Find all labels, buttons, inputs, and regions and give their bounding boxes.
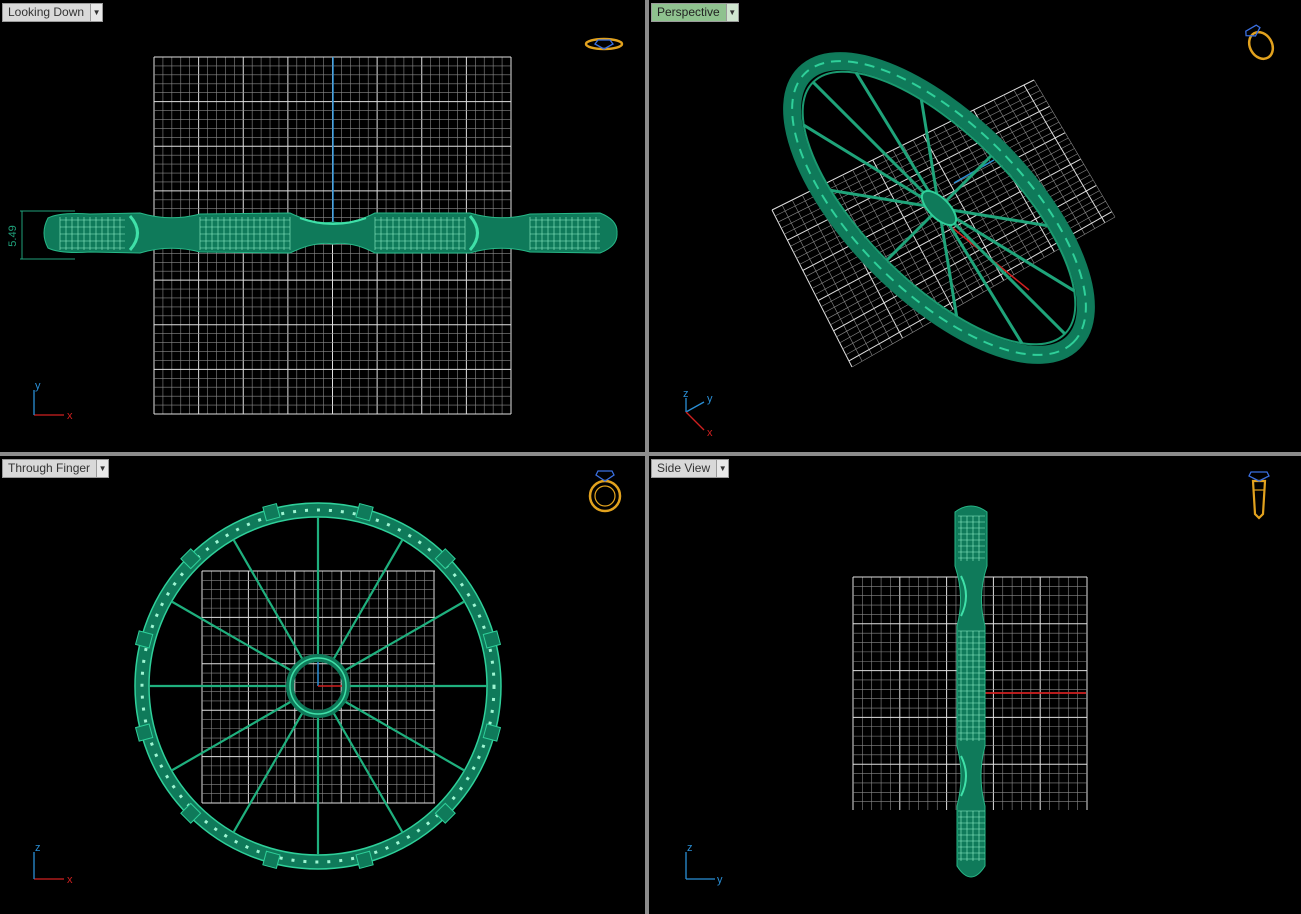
- axis-label-x: x: [67, 410, 73, 422]
- ring-perspective: [783, 52, 1095, 364]
- ring-band-top-view: [43, 212, 618, 254]
- ring-front-icon[interactable]: [588, 470, 622, 513]
- axis-triad: z y x: [683, 388, 713, 439]
- ring-band-side-view: [954, 505, 988, 878]
- viewport-title: Perspective: [657, 5, 720, 19]
- ring-top-icon[interactable]: [584, 37, 624, 51]
- perspective-scene: z y x: [683, 23, 1277, 439]
- side-view-scene: y z: [685, 471, 1270, 886]
- chevron-down-icon[interactable]: ▼: [725, 4, 738, 21]
- axis-triad: y z: [685, 842, 723, 886]
- viewport-through-finger[interactable]: Through Finger ▼ x z: [0, 456, 645, 914]
- axis-label-x: x: [67, 874, 73, 886]
- dimension-label: 5.49: [7, 225, 19, 246]
- viewport-tab-perspective[interactable]: Perspective ▼: [651, 3, 739, 22]
- axis-label-z: z: [35, 842, 41, 854]
- axis-label-y: y: [717, 874, 723, 886]
- viewport-title: Side View: [657, 461, 711, 475]
- ring-side-icon[interactable]: [1248, 471, 1270, 520]
- chevron-down-icon[interactable]: ▼: [96, 460, 109, 477]
- viewport-looking-down[interactable]: Looking Down ▼ 5.49 x y: [0, 0, 645, 452]
- ring-perspective-icon[interactable]: [1241, 23, 1277, 63]
- axis-triad: x z: [33, 842, 73, 886]
- looking-down-scene: 5.49 x y: [7, 37, 624, 422]
- axis-triad: x y: [33, 380, 73, 422]
- viewport-tab-side-view[interactable]: Side View ▼: [651, 459, 730, 478]
- chevron-down-icon[interactable]: ▼: [90, 4, 103, 21]
- chevron-down-icon[interactable]: ▼: [716, 460, 729, 477]
- viewport-side-view[interactable]: Side View ▼ y z: [649, 456, 1301, 914]
- axis-label-x: x: [707, 427, 713, 439]
- viewport-perspective[interactable]: Perspective ▼ z y x: [649, 0, 1301, 452]
- axis-label-z: z: [683, 388, 689, 400]
- viewport-tab-through-finger[interactable]: Through Finger ▼: [2, 459, 110, 478]
- viewport-title: Looking Down: [8, 5, 85, 19]
- axis-label-z: z: [687, 842, 693, 854]
- through-finger-scene: x z: [33, 470, 622, 886]
- axis-label-y: y: [707, 393, 713, 405]
- viewport-title: Through Finger: [8, 461, 91, 475]
- axis-label-y: y: [35, 380, 41, 392]
- viewport-tab-looking-down[interactable]: Looking Down ▼: [2, 3, 104, 22]
